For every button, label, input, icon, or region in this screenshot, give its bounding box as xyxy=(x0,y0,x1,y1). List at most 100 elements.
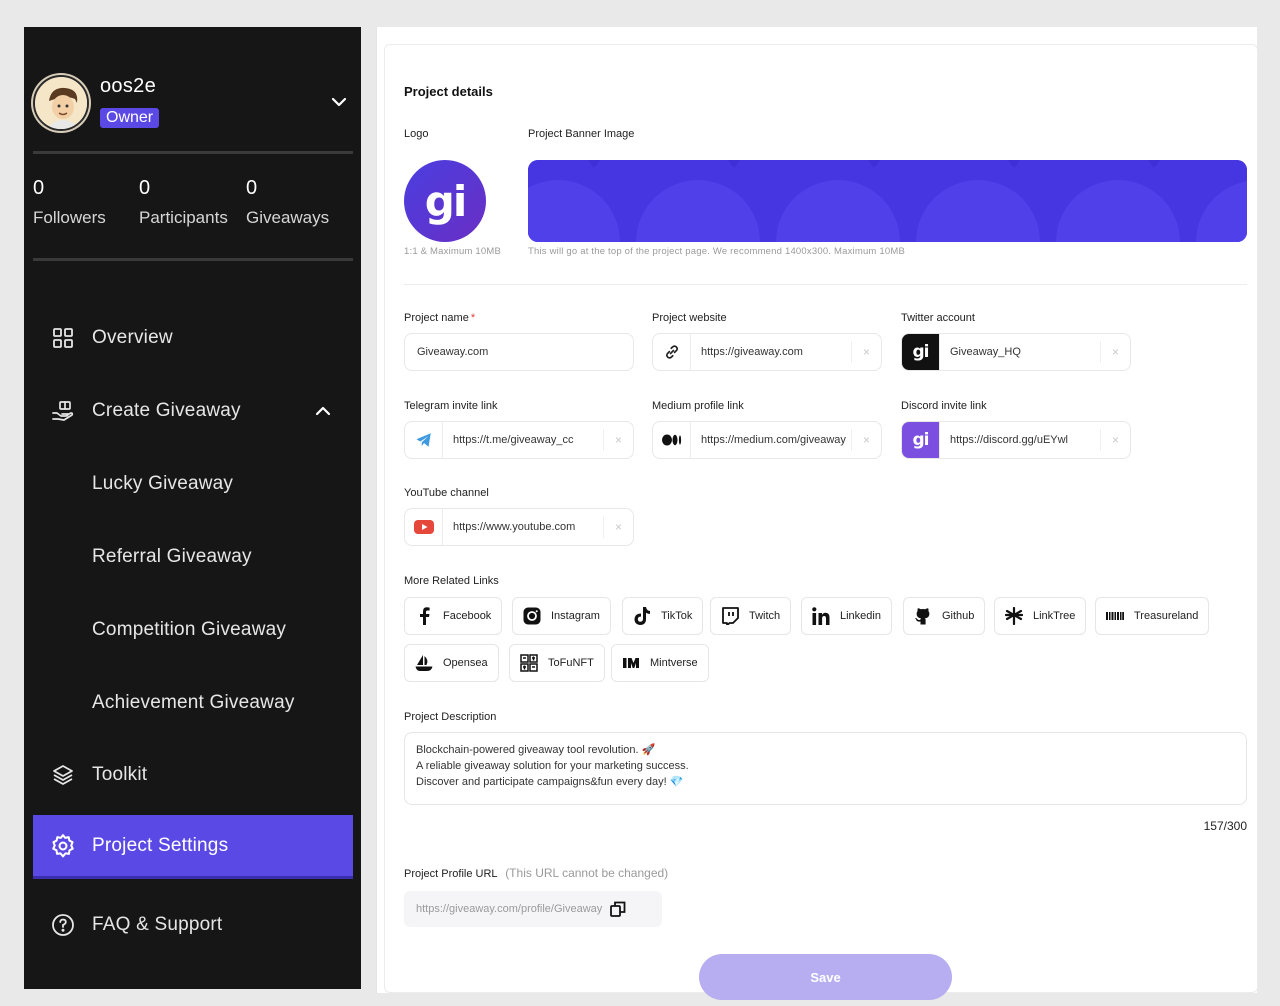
medium-label: Medium profile link xyxy=(652,400,744,412)
nav-project-settings[interactable]: Project Settings xyxy=(33,815,353,879)
stat-giveaways: 0 Giveaways xyxy=(246,177,329,228)
link-chip-instagram[interactable]: Instagram xyxy=(512,597,611,635)
logo-upload[interactable]: gi xyxy=(404,160,486,242)
stat-value: 0 xyxy=(246,177,258,199)
description-line: Discover and participate campaigns&fun e… xyxy=(416,776,684,788)
banner-label: Project Banner Image xyxy=(528,128,635,140)
chip-label: Facebook xyxy=(443,610,492,622)
clear-icon[interactable]: × xyxy=(1100,429,1130,451)
twitch-icon xyxy=(721,607,739,625)
tofunft-icon xyxy=(520,654,538,672)
telegram-icon xyxy=(405,422,443,458)
nav-overview[interactable]: Overview xyxy=(33,306,353,370)
link-chip-tofunft[interactable]: ToFuNFT xyxy=(509,644,605,682)
youtube-field[interactable]: https://www.youtube.com × xyxy=(404,508,634,546)
link-chip-treasureland[interactable]: Treasureland xyxy=(1095,597,1210,635)
link-chip-github[interactable]: Github xyxy=(903,597,986,635)
treasureland-icon xyxy=(1106,607,1124,625)
project-website-field[interactable]: https://giveaway.com × xyxy=(652,333,882,371)
chip-label: ToFuNFT xyxy=(548,657,594,669)
chevron-down-icon[interactable] xyxy=(330,93,348,111)
gear-icon xyxy=(50,833,76,859)
link-chip-twitch[interactable]: Twitch xyxy=(710,597,792,635)
icon-text: gi xyxy=(912,430,930,450)
stat-label: Followers xyxy=(33,208,106,227)
label-text: Project Profile URL xyxy=(404,868,498,880)
project-name-label: Project name * xyxy=(404,312,475,324)
chip-label: LinkTree xyxy=(1033,610,1076,622)
chevron-up-icon[interactable] xyxy=(314,402,332,420)
sidebar: oos2e Owner 0 Followers 0 Participants 0… xyxy=(24,27,361,989)
link-chip-linkedin[interactable]: Linkedin xyxy=(801,597,892,635)
link-chip-opensea[interactable]: Opensea xyxy=(404,644,499,682)
profile-url-field: https://giveaway.com/profile/Giveaway xyxy=(404,891,662,927)
description-textarea[interactable]: Blockchain-powered giveaway tool revolut… xyxy=(404,732,1247,805)
section-title: Project details xyxy=(404,84,493,99)
chip-label: Mintverse xyxy=(650,657,698,669)
instagram-icon xyxy=(523,607,541,625)
mintverse-icon xyxy=(622,654,640,672)
project-name-field[interactable]: Giveaway.com xyxy=(404,333,634,371)
divider xyxy=(33,258,353,261)
profile-switcher[interactable]: oos2e Owner xyxy=(33,75,353,135)
discord-label: Discord invite link xyxy=(901,400,987,412)
nav-achievement-giveaway[interactable]: Achievement Giveaway xyxy=(33,671,353,735)
chip-label: Linkedin xyxy=(840,610,881,622)
banner-hint: This will go at the top of the project p… xyxy=(528,246,906,257)
nav-label: Lucky Giveaway xyxy=(92,473,234,494)
gi-logo-icon: gi xyxy=(902,422,940,458)
discord-field[interactable]: gi https://discord.gg/uEYwl × xyxy=(901,421,1131,459)
medium-field[interactable]: https://medium.com/giveaway × xyxy=(652,421,882,459)
linktree-icon xyxy=(1005,607,1023,625)
tiktok-icon xyxy=(633,607,651,625)
stat-value: 0 xyxy=(33,177,45,199)
banner-pattern-icon xyxy=(528,160,1247,242)
profile-url-label: Project Profile URL (This URL cannot be … xyxy=(404,866,668,880)
linkedin-icon xyxy=(812,607,830,625)
copy-icon[interactable] xyxy=(610,901,626,917)
nav-referral-giveaway[interactable]: Referral Giveaway xyxy=(33,525,353,589)
twitter-field[interactable]: gi Giveaway_HQ × xyxy=(901,333,1131,371)
gi-logo-icon: gi xyxy=(902,334,940,370)
username: oos2e xyxy=(100,75,156,97)
link-chip-mintverse[interactable]: Mintverse xyxy=(611,644,709,682)
clear-icon[interactable]: × xyxy=(603,516,633,538)
clear-icon[interactable]: × xyxy=(1100,341,1130,363)
clear-icon[interactable]: × xyxy=(851,341,881,363)
description-line: Blockchain-powered giveaway tool revolut… xyxy=(416,744,656,756)
nav-create-giveaway[interactable]: Create Giveaway xyxy=(33,379,353,443)
nav-label: Toolkit xyxy=(92,764,148,785)
nav-label: FAQ & Support xyxy=(92,914,223,935)
medium-icon xyxy=(653,422,691,458)
field-value: https://discord.gg/uEYwl xyxy=(950,434,1069,446)
banner-upload[interactable] xyxy=(528,160,1247,242)
link-chip-tiktok[interactable]: TikTok xyxy=(622,597,704,635)
nav-faq-support[interactable]: FAQ & Support xyxy=(33,893,353,957)
field-value: https://t.me/giveaway_cc xyxy=(453,434,574,446)
nav-competition-giveaway[interactable]: Competition Giveaway xyxy=(33,598,353,662)
icon-text: gi xyxy=(912,342,930,362)
chip-label: Treasureland xyxy=(1134,610,1199,622)
clear-icon[interactable]: × xyxy=(603,429,633,451)
project-details-card: Project details Logo gi 1:1 & Maximum 10… xyxy=(384,44,1258,1000)
help-circle-icon xyxy=(50,912,76,938)
field-value: https://medium.com/giveaway xyxy=(701,434,846,446)
field-value: Giveaway_HQ xyxy=(950,346,1021,358)
save-button[interactable]: Save xyxy=(699,954,952,1000)
chip-label: TikTok xyxy=(661,610,693,622)
clear-icon[interactable]: × xyxy=(851,429,881,451)
nav-label: Project Settings xyxy=(92,834,229,856)
nav-toolkit[interactable]: Toolkit xyxy=(33,743,353,807)
link-chip-linktree[interactable]: LinkTree xyxy=(994,597,1087,635)
telegram-field[interactable]: https://t.me/giveaway_cc × xyxy=(404,421,634,459)
grid-icon xyxy=(50,325,76,351)
opensea-icon xyxy=(415,654,433,672)
char-counter: 157/300 xyxy=(1203,819,1247,833)
nav-lucky-giveaway[interactable]: Lucky Giveaway xyxy=(33,452,353,516)
nav-label: Overview xyxy=(92,327,173,348)
main-panel: Project details Logo gi 1:1 & Maximum 10… xyxy=(376,27,1258,1000)
facebook-icon xyxy=(415,607,433,625)
github-icon xyxy=(914,607,932,625)
link-chip-facebook[interactable]: Facebook xyxy=(404,597,503,635)
twitter-label: Twitter account xyxy=(901,312,975,324)
